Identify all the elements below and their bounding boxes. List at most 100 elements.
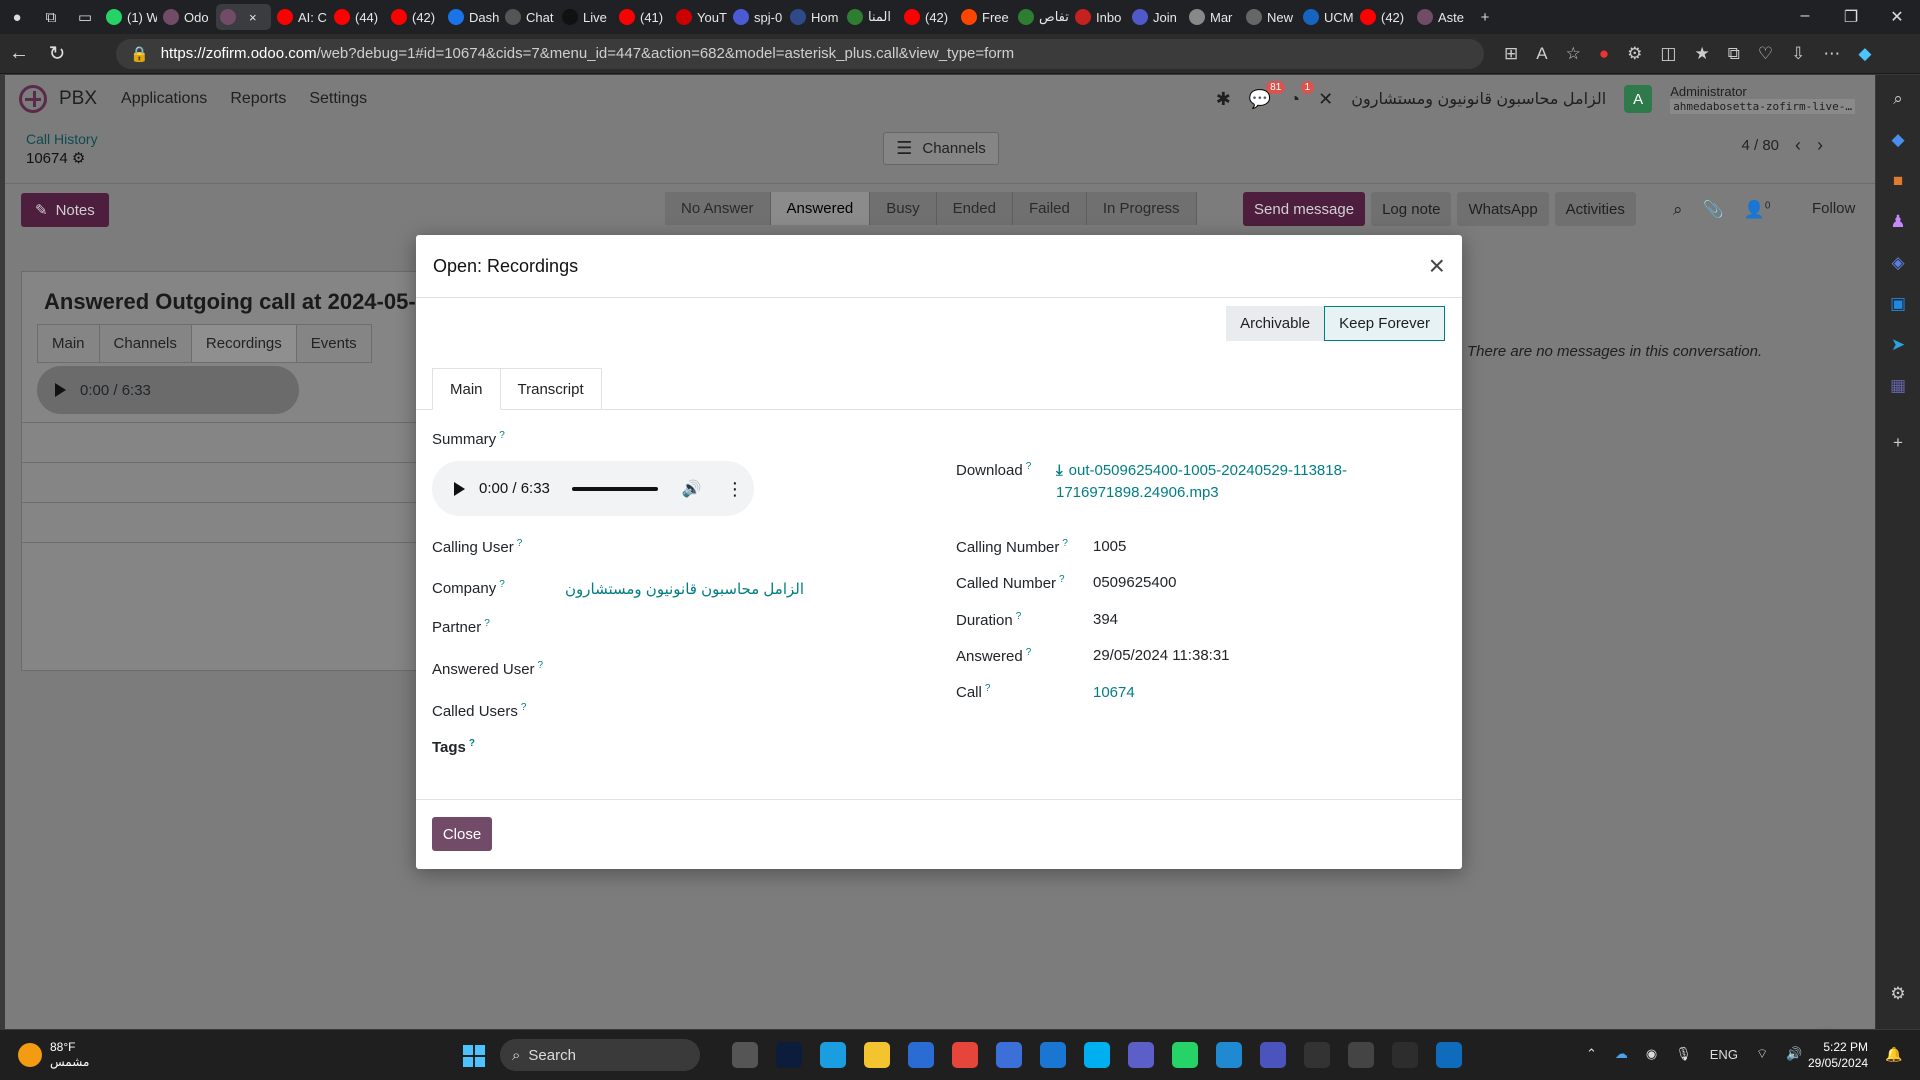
breadcrumb[interactable]: Call History xyxy=(26,131,98,147)
tab-actions-icon[interactable]: ▭ xyxy=(68,0,102,34)
apps-icon[interactable]: ⊞ xyxy=(1504,44,1518,64)
whatsapp-icon[interactable] xyxy=(1172,1042,1198,1068)
browser-tab[interactable]: Aste xyxy=(1413,4,1468,30)
status-stage[interactable]: Failed xyxy=(1013,192,1087,225)
archivable-button[interactable]: Archivable xyxy=(1226,306,1325,341)
minimize-button[interactable]: – xyxy=(1782,7,1828,27)
browser-tab[interactable]: spj-0 xyxy=(729,4,784,30)
tab-transcript[interactable]: Transcript xyxy=(499,368,602,410)
tab-channels[interactable]: Channels xyxy=(98,324,192,363)
network-icon[interactable]: ◉ xyxy=(1646,1046,1657,1062)
terminal-icon[interactable] xyxy=(1392,1042,1418,1068)
browser-tab[interactable]: (1) W xyxy=(102,4,157,30)
menu-settings[interactable]: Settings xyxy=(309,90,367,108)
taskbar-search[interactable]: ⌕ Search xyxy=(500,1039,700,1071)
shopping-icon[interactable]: ◆ xyxy=(1888,130,1908,150)
onedrive-icon[interactable]: ☁ xyxy=(1615,1046,1628,1062)
outlook-icon[interactable] xyxy=(1436,1042,1462,1068)
status-stage[interactable]: In Progress xyxy=(1087,192,1197,225)
browser-tab[interactable]: × xyxy=(216,4,271,30)
recording-audio-player[interactable]: 0:00 / 6:33 🔊 ⋮ xyxy=(432,461,754,516)
audio-progress-track[interactable] xyxy=(571,486,658,491)
call-value[interactable]: 10674 xyxy=(1093,684,1135,701)
followers-icon[interactable]: 👤0 xyxy=(1744,200,1771,220)
close-tab-icon[interactable]: × xyxy=(249,10,257,25)
workspaces-icon[interactable]: ⧉ xyxy=(34,0,68,34)
browser-tab[interactable]: Join xyxy=(1128,4,1183,30)
activities-icon[interactable]: ◔ 1 xyxy=(1289,80,1315,110)
back-icon[interactable]: ← xyxy=(0,42,38,65)
read-aloud-icon[interactable]: A xyxy=(1536,44,1547,64)
browser-tab[interactable]: UCM xyxy=(1299,4,1354,30)
tab-recordings[interactable]: Recordings xyxy=(190,324,297,363)
extension-icon[interactable]: ● xyxy=(1599,44,1609,64)
browser-tab[interactable]: AI: C xyxy=(273,4,328,30)
keep-forever-button[interactable]: Keep Forever xyxy=(1324,306,1445,341)
browser-tab[interactable]: YouT xyxy=(672,4,727,30)
downloads-icon[interactable]: ⇩ xyxy=(1791,44,1805,64)
teams-work-icon[interactable] xyxy=(1260,1042,1286,1068)
tools-icon[interactable]: ✕ xyxy=(1318,89,1333,110)
play-icon[interactable] xyxy=(55,383,66,397)
profile-icon[interactable]: ● xyxy=(0,0,34,34)
tray-overflow-icon[interactable]: ⌃ xyxy=(1586,1046,1597,1062)
download-link[interactable]: ⤓ out-0509625400-1005-20240529-113818-171… xyxy=(1056,460,1386,504)
microphone-icon[interactable]: 🎙 xyxy=(1675,1046,1692,1062)
app-switcher-icon[interactable] xyxy=(19,85,47,113)
calculator-icon[interactable] xyxy=(1348,1042,1374,1068)
browser-tab[interactable]: Inbo xyxy=(1071,4,1126,30)
start-button[interactable] xyxy=(463,1045,485,1067)
copilot-icon[interactable]: ◆ xyxy=(1858,44,1871,64)
mail-icon[interactable] xyxy=(1040,1042,1066,1068)
browser-tab[interactable]: Chat xyxy=(501,4,556,30)
maximize-button[interactable]: ❐ xyxy=(1828,7,1874,27)
favorites-icon[interactable]: ★ xyxy=(1694,44,1709,64)
volume-icon[interactable]: 🔊 xyxy=(1786,1046,1802,1062)
status-stage[interactable]: Busy xyxy=(870,192,937,225)
browser-tab[interactable]: Dash xyxy=(444,4,499,30)
games-icon[interactable]: ♟ xyxy=(1888,212,1908,232)
sheet-audio-player[interactable]: 0:00 / 6:33 xyxy=(37,366,299,414)
language-indicator[interactable]: ENG xyxy=(1710,1047,1738,1062)
app-name[interactable]: PBX xyxy=(59,88,97,110)
more-menu-icon[interactable]: ⋯ xyxy=(1823,44,1840,64)
wifi-icon[interactable]: ⌔ xyxy=(1756,1046,1768,1062)
close-icon[interactable]: × xyxy=(1429,252,1445,280)
new-tab-button[interactable]: + xyxy=(1468,0,1502,34)
next-record-icon[interactable]: › xyxy=(1817,135,1823,156)
chrome-icon[interactable] xyxy=(952,1042,978,1068)
browser-tab[interactable]: Live xyxy=(558,4,613,30)
obs-icon[interactable] xyxy=(1304,1042,1330,1068)
teams-icon[interactable] xyxy=(1128,1042,1154,1068)
close-button[interactable]: Close xyxy=(432,817,492,851)
office-icon[interactable]: ◈ xyxy=(1888,253,1908,273)
file-explorer-icon[interactable] xyxy=(864,1042,890,1068)
browser-tab[interactable]: (42) xyxy=(387,4,442,30)
browser-tab[interactable]: Hom xyxy=(786,4,841,30)
photoshop-icon[interactable] xyxy=(776,1042,802,1068)
messages-icon[interactable]: 💬 81 xyxy=(1249,80,1286,110)
browser-tab[interactable]: (42) xyxy=(900,4,955,30)
previous-record-icon[interactable]: ‹ xyxy=(1795,135,1801,156)
whatsapp-button[interactable]: WhatsApp xyxy=(1457,192,1549,226)
avatar[interactable]: A xyxy=(1624,85,1653,113)
play-icon[interactable] xyxy=(454,481,465,496)
telegram-icon[interactable]: ➤ xyxy=(1888,335,1908,355)
notes-button[interactable]: ✎ Notes xyxy=(21,193,109,227)
browser-tab[interactable]: (44) xyxy=(330,4,385,30)
status-stage[interactable]: No Answer xyxy=(665,192,771,225)
close-window-button[interactable]: ✕ xyxy=(1874,7,1920,27)
debug-icon[interactable]: ✱ xyxy=(1216,89,1231,110)
channels-button[interactable]: ☰ Channels xyxy=(883,132,999,165)
notification-icon[interactable]: 🔔 xyxy=(1885,1046,1902,1063)
pager-value[interactable]: 4 / 80 xyxy=(1741,137,1779,154)
store-icon[interactable] xyxy=(908,1042,934,1068)
browser-tab[interactable]: New xyxy=(1242,4,1297,30)
browser-tab[interactable]: (42) xyxy=(1356,4,1411,30)
url-input[interactable]: 🔒 https://zofirm.odoo.com /web?debug=1#i… xyxy=(116,38,1484,69)
follow-button[interactable]: Follow xyxy=(1812,200,1855,217)
browser-tab[interactable]: المنا xyxy=(843,4,898,30)
collections-icon[interactable]: ⧉ xyxy=(1728,44,1740,64)
add-sidebar-app-icon[interactable]: + xyxy=(1888,433,1908,453)
search-icon[interactable]: ⌕ xyxy=(1888,89,1908,109)
